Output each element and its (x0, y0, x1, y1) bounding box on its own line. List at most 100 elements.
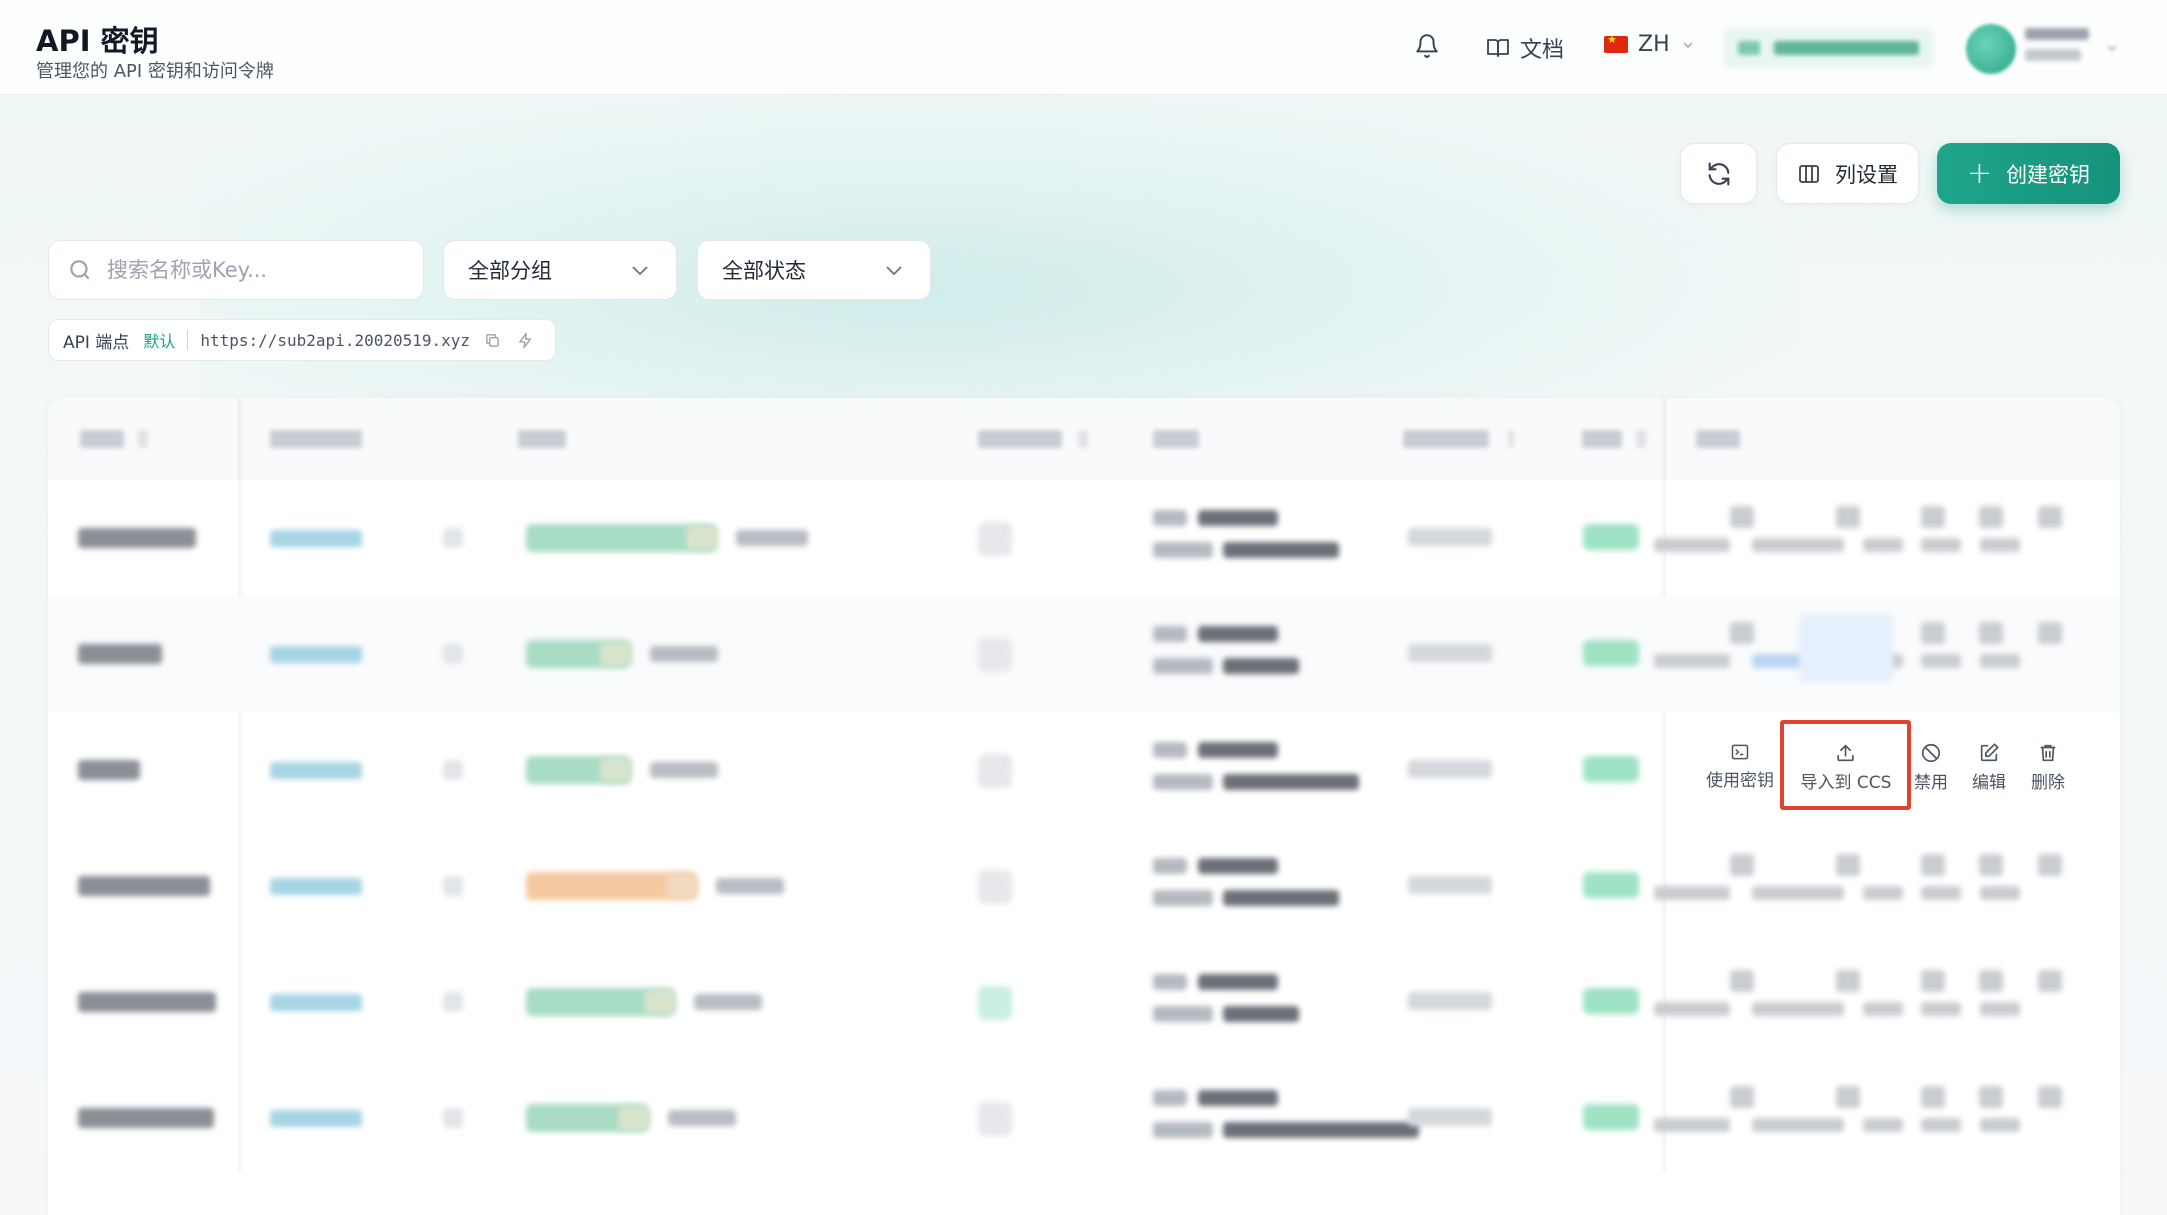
delete-icon[interactable] (2038, 970, 2062, 992)
edit-icon[interactable] (1979, 970, 2003, 992)
search-input[interactable] (107, 258, 397, 282)
edit-icon[interactable] (1979, 622, 2003, 644)
endpoint-label: API 端点 (63, 332, 130, 353)
lightning-icon[interactable] (517, 332, 534, 349)
delete-icon[interactable] (2038, 506, 2062, 528)
key-value (270, 530, 362, 547)
copy-key-icon[interactable] (443, 644, 463, 664)
delete-button[interactable] (1980, 1002, 2020, 1016)
usage-badge (978, 986, 1012, 1020)
disable-button[interactable] (1863, 538, 1903, 552)
delete-button[interactable] (1980, 886, 2020, 900)
delete-button[interactable]: 删除 (2031, 742, 2065, 793)
delete-button[interactable] (1980, 538, 2020, 552)
use-key-icon[interactable] (1730, 970, 1754, 992)
disable-button[interactable] (1863, 1118, 1903, 1132)
import-ccs-button[interactable] (1752, 538, 1844, 552)
edit-button[interactable] (1921, 1002, 1961, 1016)
cost-value-2 (1223, 1006, 1299, 1022)
create-key-button[interactable]: + 创建密钥 (1937, 143, 2120, 204)
disable-icon[interactable] (1921, 622, 1945, 644)
disable-label: 禁用 (1914, 773, 1948, 793)
cost-value (1198, 626, 1278, 642)
group-rate-tag (686, 526, 718, 550)
disable-icon[interactable] (1921, 1086, 1945, 1108)
user-menu[interactable] (2025, 28, 2089, 70)
use-key-button[interactable] (1654, 1002, 1730, 1016)
edit-icon[interactable] (1979, 506, 2003, 528)
use-key-icon[interactable] (1730, 1086, 1754, 1108)
import-ccs-icon[interactable] (1836, 970, 1860, 992)
cost-value (1198, 510, 1278, 526)
table-row (48, 1060, 2120, 1176)
endpoint-default-badge: 默认 (143, 332, 176, 351)
delete-icon[interactable] (2038, 622, 2062, 644)
group-select[interactable]: 全部分组 (443, 240, 677, 300)
copy-key-icon[interactable] (443, 992, 463, 1012)
cost-label (1153, 742, 1187, 758)
use-key-button[interactable] (1654, 886, 1730, 900)
docs-link[interactable]: 文档 (1486, 32, 1564, 64)
disable-button[interactable]: 禁用 (1914, 742, 1948, 793)
cost-value (1198, 742, 1278, 758)
china-flag-icon (1604, 33, 1628, 53)
copy-key-icon[interactable] (443, 876, 463, 896)
refresh-button[interactable] (1680, 143, 1757, 204)
terminal-icon (1731, 744, 1749, 760)
delete-icon[interactable] (2038, 1086, 2062, 1108)
cost-label-2 (1153, 890, 1213, 906)
copy-icon[interactable] (484, 332, 501, 349)
import-ccs-button[interactable] (1752, 1002, 1844, 1016)
api-endpoint-bar: API 端点 默认 https://sub2api.20020519.xyz (48, 319, 556, 361)
edit-button[interactable] (1921, 1118, 1961, 1132)
notification-button[interactable] (1414, 32, 1440, 60)
use-key-icon[interactable] (1730, 854, 1754, 876)
import-ccs-button[interactable] (1752, 886, 1844, 900)
disable-button[interactable] (1863, 886, 1903, 900)
expires-at (1408, 1108, 1492, 1126)
edit-button[interactable] (1921, 538, 1961, 552)
import-ccs-icon[interactable] (1836, 506, 1860, 528)
edit-icon[interactable] (1979, 1086, 2003, 1108)
copy-key-icon[interactable] (443, 528, 463, 548)
top-header: API 密钥 管理您的 API 密钥和访问令牌 文档 ZH (0, 0, 2167, 95)
import-ccs-icon[interactable] (1836, 854, 1860, 876)
search-box[interactable] (48, 240, 424, 300)
delete-button[interactable] (1980, 1118, 2020, 1132)
edit-button[interactable]: 编辑 (1972, 742, 2006, 793)
edit-icon[interactable] (1979, 854, 2003, 876)
table-row (48, 596, 2120, 712)
expires-at (1408, 876, 1492, 894)
status-badge (1583, 988, 1639, 1014)
key-value (270, 646, 362, 663)
import-ccs-icon[interactable] (1836, 1086, 1860, 1108)
use-key-icon[interactable] (1730, 622, 1754, 644)
use-key-icon[interactable] (1730, 506, 1754, 528)
expires-at (1408, 992, 1492, 1010)
search-icon (70, 260, 90, 280)
copy-key-icon[interactable] (443, 1108, 463, 1128)
copy-key-icon[interactable] (443, 760, 463, 780)
column-settings-button[interactable]: 列设置 (1776, 143, 1919, 204)
usage-badge (978, 522, 1012, 556)
edit-button[interactable] (1921, 886, 1961, 900)
table-row (48, 828, 2120, 944)
delete-icon[interactable] (2038, 854, 2062, 876)
edit-button[interactable] (1921, 654, 1961, 668)
use-key-button[interactable] (1654, 1118, 1730, 1132)
status-select[interactable]: 全部状态 (697, 240, 931, 300)
use-key-button[interactable]: 使用密钥 (1706, 742, 1774, 791)
import-ccs-button[interactable] (1752, 1118, 1844, 1132)
columns-icon (1799, 164, 1819, 183)
use-key-label: 使用密钥 (1706, 771, 1774, 791)
use-key-button[interactable] (1654, 654, 1730, 668)
avatar[interactable] (1966, 24, 2016, 74)
disable-icon[interactable] (1921, 506, 1945, 528)
balance-badge (1724, 28, 1934, 68)
disable-icon[interactable] (1921, 970, 1945, 992)
language-switcher[interactable]: ZH (1604, 32, 1696, 57)
disable-icon[interactable] (1921, 854, 1945, 876)
delete-button[interactable] (1980, 654, 2020, 668)
use-key-button[interactable] (1654, 538, 1730, 552)
disable-button[interactable] (1863, 1002, 1903, 1016)
